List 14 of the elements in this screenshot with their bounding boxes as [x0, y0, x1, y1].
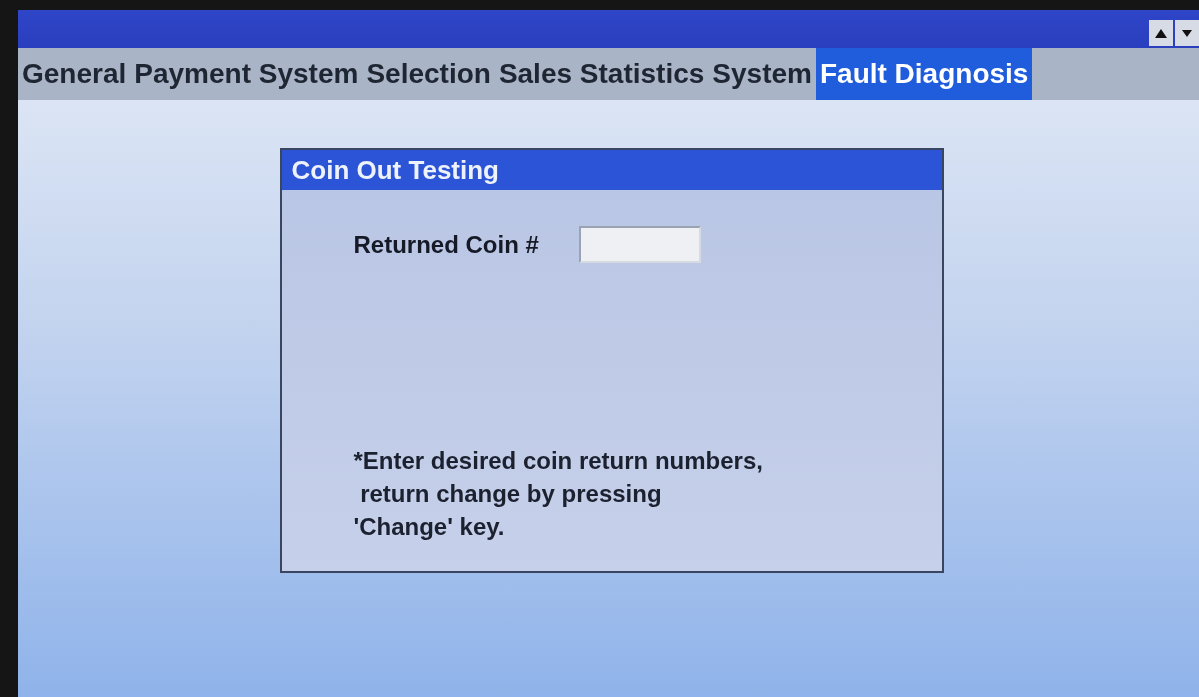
tab[interactable]: Fault Diagnosis [815, 48, 1033, 100]
input-field[interactable] [578, 226, 701, 263]
tab[interactable]: System [708, 48, 816, 100]
up-arrow-icon [1155, 28, 1167, 38]
dialog-title: Coin Out Testing [281, 150, 942, 190]
tab[interactable]: General [18, 48, 131, 100]
down-arrow-icon [1182, 29, 1192, 37]
tab[interactable]: Sales Statistics [494, 48, 709, 100]
instruction-text: *Enter desired coin return numbers, return change by pressing 'Change' key. [353, 446, 764, 542]
scroll-down-button[interactable] [1175, 20, 1199, 46]
field-label: Returned Coin # [353, 230, 539, 259]
scroll-up-button[interactable] [1149, 20, 1173, 46]
tab[interactable]: Payment System [130, 48, 363, 100]
tab[interactable]: Selection [362, 48, 495, 100]
